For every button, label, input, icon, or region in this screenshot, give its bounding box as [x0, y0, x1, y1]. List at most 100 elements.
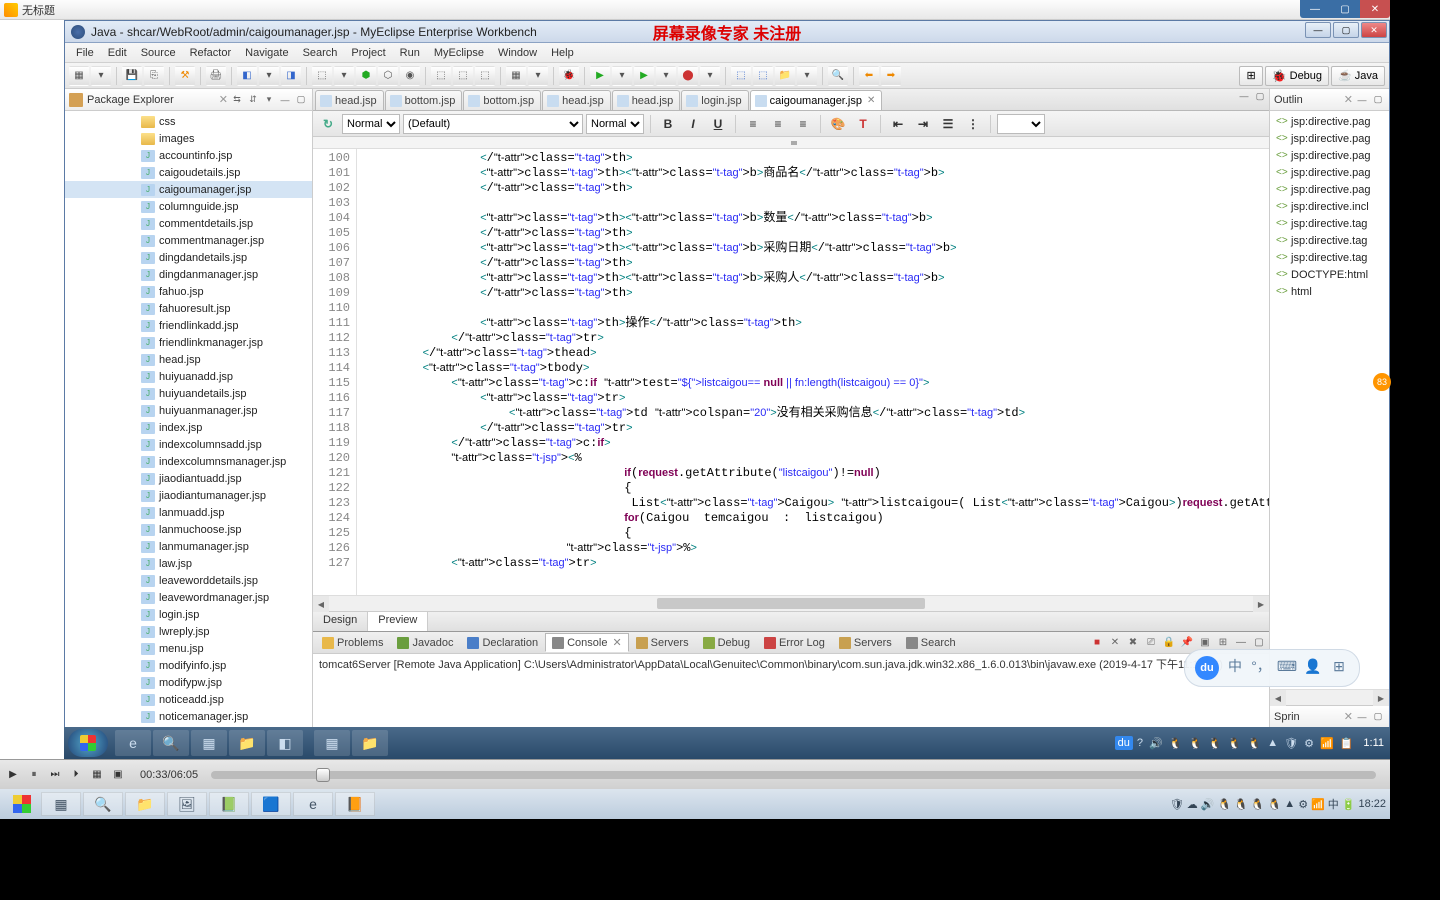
start-button[interactable]	[68, 729, 108, 757]
tree-item[interactable]: menu.jsp	[65, 640, 312, 657]
nav-3[interactable]: 📁	[775, 66, 795, 86]
sys-task-3[interactable]: 📁	[125, 792, 165, 816]
outline-item[interactable]: <>jsp:directive.tag	[1272, 232, 1387, 249]
tree-item[interactable]: huiyuanmanager.jsp	[65, 402, 312, 419]
list-ul-button[interactable]: ☰	[937, 114, 959, 134]
code-editor[interactable]: 100 101 102 103 104 105 106 107 108 109 …	[313, 149, 1269, 595]
close-icon[interactable]: ✕	[1342, 93, 1355, 106]
list-ol-button[interactable]: ⋮	[962, 114, 984, 134]
close-icon[interactable]: ✕	[612, 636, 621, 649]
outdent-button[interactable]: ⇤	[887, 114, 909, 134]
link-icon[interactable]: ⇵	[246, 93, 260, 107]
outline-list[interactable]: <>jsp:directive.pag <>jsp:directive.pag <>…	[1270, 111, 1389, 689]
color-button[interactable]: 🎨	[827, 114, 849, 134]
tree-item[interactable]: dingdandetails.jsp	[65, 249, 312, 266]
file-tree[interactable]: cssimagesaccountinfo.jspcaigoudetails.js…	[65, 111, 312, 765]
debug-icon[interactable]: 🐞	[559, 66, 579, 86]
style-select-2[interactable]: (Default)	[403, 114, 583, 134]
text-color-button[interactable]: T	[852, 114, 874, 134]
outline-item[interactable]: <>html	[1272, 283, 1387, 300]
bottom-tab-servers[interactable]: Servers	[629, 634, 696, 652]
menu-navigate[interactable]: Navigate	[238, 45, 295, 61]
menu-help[interactable]: Help	[544, 45, 581, 61]
ide-close[interactable]: ✕	[1361, 22, 1387, 38]
editor-tab[interactable]: head.jsp	[315, 90, 384, 110]
outline-item[interactable]: <>DOCTYPE:html	[1272, 266, 1387, 283]
nav-4[interactable]: ▾	[797, 66, 817, 86]
tool-11[interactable]: ⬚	[475, 66, 495, 86]
baidu-icon[interactable]: du	[1195, 656, 1219, 680]
scroll-right-icon[interactable]: ▶	[1253, 596, 1269, 612]
baidu-ime-toolbar[interactable]: du 中 °， ⌨ 👤 ⊞	[1184, 649, 1360, 687]
tool-2[interactable]: ▾	[259, 66, 279, 86]
tree-item[interactable]: accountinfo.jsp	[65, 147, 312, 164]
scroll-left-icon[interactable]: ◀	[313, 596, 329, 612]
tree-item[interactable]: index.jsp	[65, 419, 312, 436]
task-app3[interactable]: ▦	[314, 730, 350, 756]
stop-button[interactable]: ⬤	[678, 66, 698, 86]
sys-start-button[interactable]	[4, 791, 40, 817]
tool-3[interactable]: ◨	[281, 66, 301, 86]
sys-tray[interactable]: 🛡☁🔊🐧🐧🐧🐧 ▲⚙📶中🔋 18:22	[1170, 796, 1386, 812]
tool-5[interactable]: ▾	[334, 66, 354, 86]
console-removeall-icon[interactable]: ✖	[1125, 635, 1141, 651]
tool-4[interactable]: ⬚	[312, 66, 332, 86]
outline-item[interactable]: <>jsp:directive.pag	[1272, 164, 1387, 181]
editor-hscroll[interactable]: ◀ ▶	[313, 595, 1269, 611]
tree-item[interactable]: noticemanager.jsp	[65, 708, 312, 725]
tree-item[interactable]: head.jsp	[65, 351, 312, 368]
editor-tab[interactable]: login.jsp	[681, 90, 748, 110]
sys-task-7[interactable]: e	[293, 792, 333, 816]
java-perspective[interactable]: ☕Java	[1331, 66, 1385, 86]
design-tab[interactable]: Design	[313, 612, 368, 631]
task-app2[interactable]: ◧	[267, 730, 303, 756]
bottom-tab-error-log[interactable]: Error Log	[757, 634, 832, 652]
tree-item[interactable]: lanmumanager.jsp	[65, 538, 312, 555]
search-button[interactable]: 🔍	[828, 66, 848, 86]
tree-item[interactable]: commentmanager.jsp	[65, 232, 312, 249]
task-ie[interactable]: e	[115, 730, 151, 756]
print-button[interactable]: 🖨	[206, 66, 226, 86]
tool-9[interactable]: ⬚	[431, 66, 451, 86]
tree-item[interactable]: leavewordmanager.jsp	[65, 589, 312, 606]
tree-item[interactable]: lwreply.jsp	[65, 623, 312, 640]
sys-task-8[interactable]: 📙	[335, 792, 375, 816]
tool-7[interactable]: ⬡	[378, 66, 398, 86]
forward-button[interactable]: ➡	[881, 66, 901, 86]
align-center-button[interactable]: ≡	[767, 114, 789, 134]
ime-keyboard-icon[interactable]: ⌨	[1277, 656, 1297, 676]
save-all-button[interactable]: ⎘	[144, 66, 164, 86]
console-pin-icon[interactable]: 📌	[1179, 635, 1195, 651]
tree-item[interactable]: columnguide.jsp	[65, 198, 312, 215]
style-select-3[interactable]: Normal	[586, 114, 644, 134]
run-button[interactable]: ▶	[590, 66, 610, 86]
tree-item[interactable]: fahuoresult.jsp	[65, 300, 312, 317]
tree-item[interactable]: jiaodiantuadd.jsp	[65, 470, 312, 487]
tree-item[interactable]: jiaodiantumanager.jsp	[65, 487, 312, 504]
min-icon[interactable]: —	[1355, 710, 1369, 724]
bottom-tab-debug[interactable]: Debug	[696, 634, 757, 652]
save-button[interactable]: 💾	[122, 66, 142, 86]
maximize-icon[interactable]: ▢	[294, 93, 308, 107]
tree-item[interactable]: css	[65, 113, 312, 130]
task-app1[interactable]: ▦	[191, 730, 227, 756]
console-stop-icon[interactable]: ■	[1089, 635, 1105, 651]
bottom-tab-console[interactable]: Console✕	[545, 633, 629, 652]
outer-minimize[interactable]: —	[1300, 0, 1330, 18]
preview-tab[interactable]: Preview	[368, 612, 428, 631]
sys-task-4[interactable]: 🖼	[167, 792, 207, 816]
open-perspective[interactable]: ⊞	[1239, 66, 1262, 86]
outline-item[interactable]: <>jsp:directive.pag	[1272, 113, 1387, 130]
extra-select[interactable]	[997, 114, 1045, 134]
outer-close[interactable]: ✕	[1360, 0, 1390, 18]
bottom-tab-declaration[interactable]: Declaration	[460, 634, 545, 652]
ime-cn-icon[interactable]: 中	[1225, 656, 1245, 676]
tree-item[interactable]: indexcolumnsmanager.jsp	[65, 453, 312, 470]
close-icon[interactable]: ✕	[1342, 710, 1355, 723]
menu-refactor[interactable]: Refactor	[183, 45, 239, 61]
bottom-tab-servers[interactable]: Servers	[832, 634, 899, 652]
menu-search[interactable]: Search	[296, 45, 345, 61]
collapse-icon[interactable]: ⇆	[230, 93, 244, 107]
stop-dropdown[interactable]: ▾	[700, 66, 720, 86]
tree-item[interactable]: law.jsp	[65, 555, 312, 572]
